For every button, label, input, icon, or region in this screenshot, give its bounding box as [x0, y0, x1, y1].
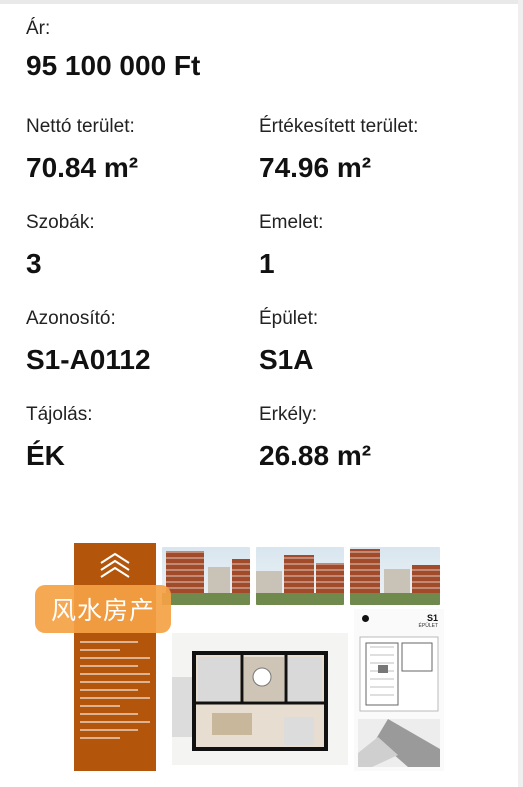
orientation-value: ÉK: [26, 440, 65, 471]
id-value: S1-A0112: [26, 344, 151, 375]
north-marker-icon: [362, 615, 369, 622]
render-photo-3: [350, 547, 440, 605]
site-map-thumbnail: [358, 719, 440, 767]
sold-area-field: Értékesített terület: 74.96 m²: [259, 116, 418, 184]
net-area-value: 70.84 m²: [26, 152, 139, 183]
net-area-field: Nettó terület: 70.84 m²: [26, 116, 138, 184]
orientation-field: Tájolás: ÉK: [26, 404, 93, 472]
building-key-plan: S1 ÉPÜLET: [354, 609, 444, 771]
top-edge: [0, 0, 523, 4]
floor-label: Emelet:: [259, 212, 324, 233]
sold-area-value: 74.96 m²: [259, 152, 372, 183]
rooms-field: Szobák: 3: [26, 212, 95, 280]
building-field: Épület: S1A: [259, 308, 318, 376]
id-field: Azonosító: S1-A0112: [26, 308, 151, 376]
floor-value: 1: [259, 248, 275, 279]
brand-panel: [74, 543, 156, 771]
price-label: Ár:: [26, 18, 51, 39]
sold-area-label: Értékesített terület:: [259, 116, 419, 137]
building-tag: S1: [426, 613, 438, 623]
spec-lines: [80, 635, 150, 745]
price-field: Ár: 95 100 000 Ft: [26, 18, 200, 82]
render-photo-1: [162, 547, 250, 605]
floor-plan-drawing: [172, 633, 348, 765]
scrollbar[interactable]: [518, 0, 523, 787]
orientation-label: Tájolás:: [26, 404, 93, 425]
building-label: Épület:: [259, 308, 319, 329]
render-photo-2: [256, 547, 344, 605]
balcony-field: Erkély: 26.88 m²: [259, 404, 371, 472]
balcony-label: Erkély:: [259, 404, 318, 425]
site-block-plan: [359, 636, 439, 712]
rooms-label: Szobák:: [26, 212, 95, 233]
building-subtag: ÉPÜLET: [418, 623, 438, 629]
rooms-value: 3: [26, 248, 42, 279]
watermark-badge: 风水房产: [35, 585, 171, 633]
listing-brochure-image[interactable]: S1 ÉPÜLET: [74, 543, 444, 771]
net-area-label: Nettó terület:: [26, 116, 135, 137]
id-label: Azonosító:: [26, 308, 116, 329]
floor-field: Emelet: 1: [259, 212, 323, 280]
chevron-logo-icon: [100, 552, 130, 578]
balcony-value: 26.88 m²: [259, 440, 372, 471]
building-value: S1A: [259, 344, 314, 375]
price-value: 95 100 000 Ft: [26, 50, 201, 81]
